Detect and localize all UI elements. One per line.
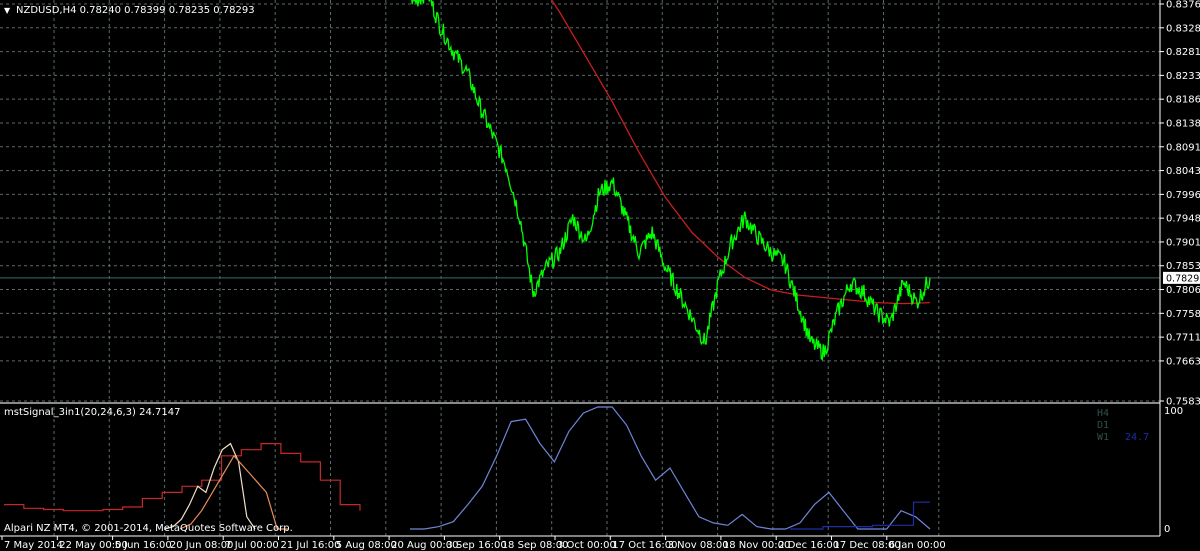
chart-background [0, 0, 1200, 551]
time-tick-label: 6 Jan 00:00 [889, 540, 946, 551]
time-tick-label: 7 Jul 00:00 [225, 540, 279, 551]
price-tick-label: 0.80910 [1166, 142, 1200, 153]
price-chart[interactable]: 0.83760 0.83285 0.82810 0.82335 0.81860 0.813… [0, 0, 1200, 551]
indicator-scale-top: 100 [1164, 406, 1183, 417]
price-tick-label: 0.79485 [1166, 214, 1200, 225]
price-tick-label: 0.78060 [1166, 285, 1200, 296]
indicator-copyright: Alpari NZ MT4, © 2001-2014, MetaQuotes S… [4, 523, 293, 534]
time-tick-label: 2 Dec 16:00 [778, 540, 839, 551]
time-tick-label: 7 May 2014 [4, 540, 63, 551]
price-tick-label: 0.83285 [1166, 23, 1200, 34]
time-tick-label: 21 Jul 16:00 [281, 540, 341, 551]
timeframe-label-w1: W1 [1097, 432, 1109, 443]
price-tick-label: 0.82810 [1166, 47, 1200, 58]
timeframe-label-h4: H4 [1097, 408, 1109, 419]
price-tick-label: 0.76635 [1166, 356, 1200, 367]
indicator-scale-bottom: 0 [1164, 524, 1170, 535]
price-tick-label: 0.80435 [1166, 166, 1200, 177]
current-price-label: 0.78293 [1166, 273, 1200, 284]
time-tick-label: 3 Nov 08:00 [668, 540, 729, 551]
time-tick-label: 3 Oct 00:00 [557, 540, 616, 551]
price-tick-label: 0.77110 [1166, 333, 1200, 344]
price-tick-label: 0.83760 [1166, 0, 1200, 11]
indicator-title: mstSignal_3in1(20,24,6,3) 24.7147 [4, 407, 180, 418]
price-tick-label: 0.82335 [1166, 71, 1200, 82]
price-tick-label: 0.81385 [1166, 118, 1200, 129]
timeframe-label-d1: D1 [1097, 420, 1109, 431]
time-tick-label: 5 Jun 16:00 [115, 540, 172, 551]
price-tick-label: 0.79010 [1166, 237, 1200, 248]
time-tick-label: 3 Sep 16:00 [446, 540, 506, 551]
price-tick-label: 0.78535 [1166, 261, 1200, 272]
time-tick-label: 20 Jun 08:00 [170, 540, 234, 551]
time-tick-label: 5 Aug 08:00 [336, 540, 397, 551]
price-tick-label: 0.79960 [1166, 190, 1200, 201]
timeframe-value: 24.7 [1125, 432, 1149, 443]
chart-title: NZDUSD,H4 0.78240 0.78399 0.78235 0.7829… [16, 5, 255, 16]
price-tick-label: 0.77585 [1166, 309, 1200, 320]
chart-menu-icon[interactable]: ▼ [4, 6, 11, 15]
price-tick-label: 0.81860 [1166, 95, 1200, 106]
